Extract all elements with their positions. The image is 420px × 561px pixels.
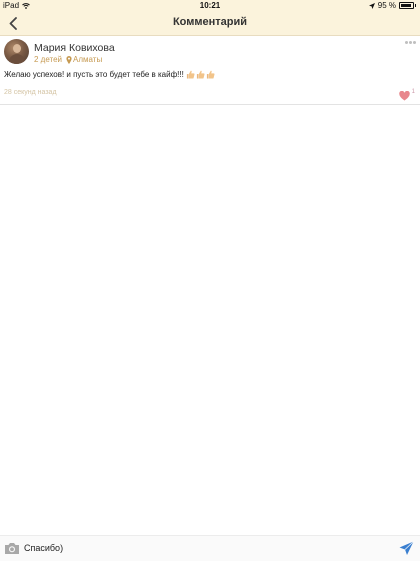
location-group: Алматы xyxy=(66,55,102,64)
location-label: Алматы xyxy=(73,55,103,64)
comment-timestamp: 28 секунд назад xyxy=(4,89,57,96)
comment-card: Мария Ковихова 2 детей Алматы Желаю успе… xyxy=(0,36,420,105)
battery-tip xyxy=(415,4,416,7)
like-count: 1 xyxy=(411,89,415,95)
send-button[interactable] xyxy=(399,541,414,556)
message-input[interactable] xyxy=(24,540,394,556)
send-icon xyxy=(399,541,414,555)
comment-body: Желаю успехов! и пусть это будет тебе в … xyxy=(4,70,184,79)
children-count: 2 детей xyxy=(34,55,63,64)
more-dot xyxy=(413,41,416,44)
location-arrow-icon xyxy=(368,2,375,9)
thumbs-up-icon xyxy=(186,70,195,79)
composer-bar xyxy=(0,535,420,561)
more-options-button[interactable] xyxy=(405,41,416,44)
camera-button[interactable] xyxy=(4,541,20,555)
thumbs-up-icon xyxy=(206,70,215,79)
status-time: 10:21 xyxy=(199,1,221,10)
emoji-group xyxy=(186,70,215,79)
more-dot xyxy=(409,41,412,44)
avatar[interactable] xyxy=(4,39,29,64)
avatar-body xyxy=(9,54,25,64)
author-meta: 2 детей Алматы xyxy=(34,55,102,64)
status-right: 95 % xyxy=(368,1,416,10)
like-button[interactable] xyxy=(399,88,410,106)
heart-icon xyxy=(399,90,410,101)
page-title: Комментарий xyxy=(172,16,248,28)
thumbs-up-icon xyxy=(196,70,205,79)
avatar-head xyxy=(13,44,21,53)
battery-percent: 95 % xyxy=(377,1,396,10)
comment-text: Желаю успехов! и пусть это будет тебе в … xyxy=(4,70,215,79)
status-bar: iPad 10:21 95 % xyxy=(0,0,420,11)
location-pin-icon xyxy=(66,55,72,64)
author-name[interactable]: Мария Ковихова xyxy=(34,42,115,54)
more-dot xyxy=(405,41,408,44)
battery-icon xyxy=(399,2,414,9)
nav-bar: Комментарий xyxy=(0,11,420,36)
camera-icon xyxy=(5,543,19,554)
